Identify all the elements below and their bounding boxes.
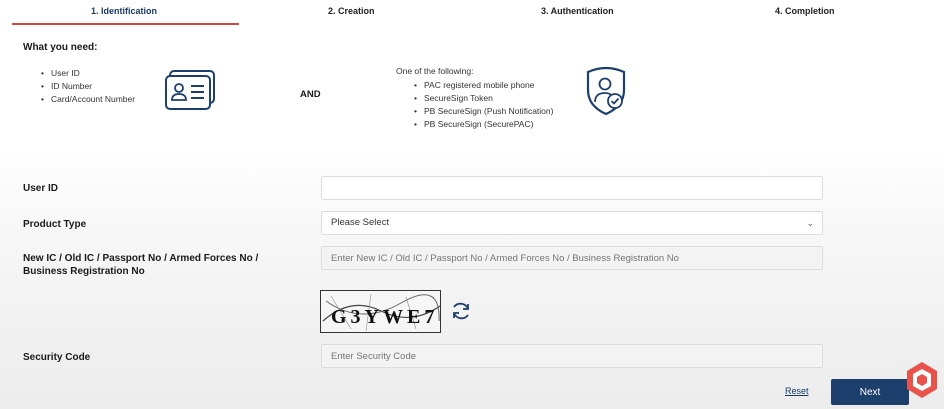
progress-steps: 1. Identification 2. Creation 3. Authent… xyxy=(0,0,944,26)
refresh-captcha-icon[interactable] xyxy=(450,300,472,322)
list-item: PB SecureSign (Push Notification) xyxy=(414,105,553,118)
list-item: User ID xyxy=(41,67,135,80)
requirements-title: What you need: xyxy=(23,42,98,53)
product-type-selected: Please Select xyxy=(331,217,390,228)
security-code-label: Security Code xyxy=(23,352,91,363)
product-type-select[interactable]: Please Select ⌄ xyxy=(321,211,823,235)
secure-user-shield-icon xyxy=(586,66,626,116)
reset-link[interactable]: Reset xyxy=(785,386,809,396)
user-id-input[interactable] xyxy=(321,176,823,200)
chevron-down-icon: ⌄ xyxy=(806,218,814,228)
id-number-label-line2: Business Registration No xyxy=(23,266,145,277)
list-item: ID Number xyxy=(41,80,135,93)
security-code-input[interactable] xyxy=(321,344,823,368)
captcha-image: G3YWE7 xyxy=(320,290,441,333)
id-number-input[interactable] xyxy=(321,246,823,270)
brand-logo-icon xyxy=(907,362,937,398)
captcha-text: G3YWE7 xyxy=(331,306,438,328)
id-number-label-line1: New IC / Old IC / Passport No / Armed Fo… xyxy=(23,253,259,264)
user-id-label: User ID xyxy=(23,183,59,194)
alternatives-title: One of the following: xyxy=(396,66,474,76)
list-item: PAC registered mobile phone xyxy=(414,79,553,92)
active-step-indicator xyxy=(12,23,239,25)
list-item: SecureSign Token xyxy=(414,92,553,105)
and-label: AND xyxy=(300,89,321,100)
step-authentication: 3. Authentication xyxy=(541,6,614,16)
id-card-icon xyxy=(165,70,215,110)
step-identification: 1. Identification xyxy=(91,6,158,16)
requirements-list: User ID ID Number Card/Account Number xyxy=(41,67,135,106)
next-button[interactable]: Next xyxy=(831,379,909,405)
step-completion: 4. Completion xyxy=(775,6,835,16)
step-creation: 2. Creation xyxy=(328,6,375,16)
list-item: PB SecureSign (SecurePAC) xyxy=(414,118,553,131)
product-type-label: Product Type xyxy=(23,219,87,230)
id-number-label: New IC / Old IC / Passport No / Armed Fo… xyxy=(23,252,258,278)
list-item: Card/Account Number xyxy=(41,93,135,106)
alternatives-list: PAC registered mobile phone SecureSign T… xyxy=(414,79,553,131)
